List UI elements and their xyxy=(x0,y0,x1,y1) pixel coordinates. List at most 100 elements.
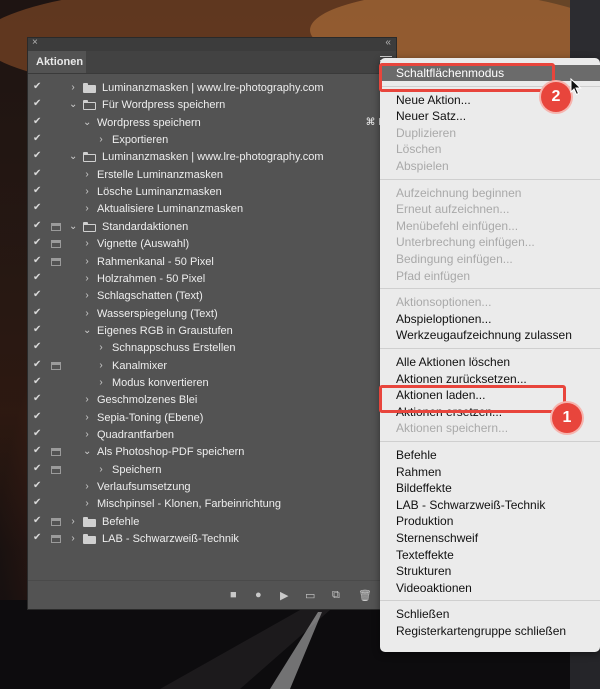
command-row[interactable]: ✔ › Schnappschuss Erstellen xyxy=(28,340,396,356)
action-set-row[interactable]: ✔ ⌄ Standardaktionen xyxy=(28,219,396,235)
action-row[interactable]: ✔ › Erstelle Luminanzmasken xyxy=(28,167,396,183)
toggle-item-check-icon[interactable]: ✔ xyxy=(33,324,41,335)
chevron-right-icon[interactable]: › xyxy=(83,496,91,512)
toggle-item-check-icon[interactable]: ✔ xyxy=(33,202,41,213)
tab-actions[interactable]: Aktionen xyxy=(28,51,86,73)
panel-title-bar[interactable]: × ‹‹ xyxy=(28,37,396,51)
action-set-row[interactable]: ✔ › Befehle xyxy=(28,514,396,530)
menu-item[interactable]: Registerkartengruppe schließen xyxy=(380,623,600,639)
action-set-row[interactable]: ✔ › Luminanzmasken | www.lre-photography.c… xyxy=(28,80,396,96)
toggle-item-check-icon[interactable]: ✔ xyxy=(33,237,41,248)
menu-item[interactable]: Befehle xyxy=(380,447,600,463)
chevron-right-icon[interactable]: › xyxy=(83,410,91,426)
chevron-right-icon[interactable]: › xyxy=(83,288,91,304)
menu-item[interactable]: Alle Aktionen löschen xyxy=(380,354,600,370)
chevron-right-icon[interactable]: › xyxy=(69,80,77,96)
action-row[interactable]: ✔ › Quadrantfarben xyxy=(28,427,396,443)
menu-item[interactable]: Neuer Satz... xyxy=(380,108,600,124)
menu-item[interactable]: LAB - Schwarzweiß-Technik xyxy=(380,497,600,513)
chevron-right-icon[interactable]: › xyxy=(97,358,105,374)
menu-item[interactable]: Texteffekte xyxy=(380,547,600,563)
chevron-right-icon[interactable]: › xyxy=(69,514,77,530)
toggle-item-check-icon[interactable]: ✔ xyxy=(33,81,41,92)
action-row[interactable]: ✔ › Mischpinsel - Klonen, Farbeinrichtung xyxy=(28,496,396,512)
action-row[interactable]: ✔ › Vignette (Auswahl) xyxy=(28,236,396,252)
dialog-toggle-icon[interactable] xyxy=(51,448,61,457)
command-row[interactable]: ✔ › Exportieren xyxy=(28,132,396,148)
command-row[interactable]: ✔ › Kanalmixer xyxy=(28,358,396,374)
toggle-item-check-icon[interactable]: ✔ xyxy=(33,341,41,352)
toggle-item-check-icon[interactable]: ✔ xyxy=(33,185,41,196)
command-row[interactable]: ✔ › Modus konvertieren xyxy=(28,375,396,391)
menu-item[interactable]: Werkzeugaufzeichnung zulassen xyxy=(380,327,600,343)
chevron-down-icon[interactable]: ⌄ xyxy=(83,323,91,339)
chevron-down-icon[interactable]: ⌄ xyxy=(83,115,91,131)
chevron-right-icon[interactable]: › xyxy=(83,392,91,408)
action-row[interactable]: ✔ ⌄ Eigenes RGB in Graustufen xyxy=(28,323,396,339)
menu-item[interactable]: Bildeffekte xyxy=(380,480,600,496)
chevron-right-icon[interactable]: › xyxy=(97,340,105,356)
record-icon[interactable]: ● xyxy=(255,589,262,601)
menu-item[interactable]: Rahmen xyxy=(380,464,600,480)
toggle-item-check-icon[interactable]: ✔ xyxy=(33,272,41,283)
new-action-icon[interactable]: ⧉ xyxy=(332,589,340,602)
action-set-row[interactable]: ✔ › LAB - Schwarzweiß-Technik xyxy=(28,531,396,547)
toggle-item-check-icon[interactable]: ✔ xyxy=(33,497,41,508)
toggle-item-check-icon[interactable]: ✔ xyxy=(33,220,41,231)
action-row[interactable]: ✔ › Verlaufsumsetzung xyxy=(28,479,396,495)
action-row[interactable]: ✔ › Wasserspiegelung (Text) xyxy=(28,306,396,322)
chevron-right-icon[interactable]: › xyxy=(83,306,91,322)
toggle-item-check-icon[interactable]: ✔ xyxy=(33,116,41,127)
chevron-right-icon[interactable]: › xyxy=(83,479,91,495)
menu-item[interactable]: Schließen xyxy=(380,606,600,622)
toggle-item-check-icon[interactable]: ✔ xyxy=(33,445,41,456)
chevron-right-icon[interactable]: › xyxy=(97,132,105,148)
toggle-item-check-icon[interactable]: ✔ xyxy=(33,515,41,526)
stop-icon[interactable]: ■ xyxy=(230,589,237,601)
collapse-icon[interactable]: ‹‹ xyxy=(385,37,391,48)
menu-item[interactable]: Strukturen xyxy=(380,563,600,579)
dialog-toggle-icon[interactable] xyxy=(51,222,61,231)
chevron-right-icon[interactable]: › xyxy=(97,375,105,391)
dialog-toggle-icon[interactable] xyxy=(51,240,61,249)
chevron-right-icon[interactable]: › xyxy=(83,201,91,217)
toggle-item-check-icon[interactable]: ✔ xyxy=(33,428,41,439)
menu-item[interactable]: Sternenschweif xyxy=(380,530,600,546)
close-icon[interactable]: × xyxy=(32,37,38,48)
menu-item[interactable]: Abspieloptionen... xyxy=(380,311,600,327)
dialog-toggle-icon[interactable] xyxy=(51,535,61,544)
toggle-item-check-icon[interactable]: ✔ xyxy=(33,532,41,543)
action-row[interactable]: ✔ › Lösche Luminanzmasken xyxy=(28,184,396,200)
play-icon[interactable]: ▶ xyxy=(280,589,288,602)
action-set-row[interactable]: ✔ ⌄ Luminanzmasken | www.lre-photography.c… xyxy=(28,149,396,165)
action-row[interactable]: ✔ › Rahmenkanal - 50 Pixel xyxy=(28,254,396,270)
chevron-right-icon[interactable]: › xyxy=(83,271,91,287)
chevron-right-icon[interactable]: › xyxy=(83,236,91,252)
action-row[interactable]: ✔ ⌄ Als Photoshop-PDF speichern xyxy=(28,444,396,460)
toggle-item-check-icon[interactable]: ✔ xyxy=(33,359,41,370)
command-row[interactable]: ✔ › Speichern xyxy=(28,462,396,478)
toggle-item-check-icon[interactable]: ✔ xyxy=(33,480,41,491)
chevron-right-icon[interactable]: › xyxy=(69,531,77,547)
new-set-icon[interactable]: ▭ xyxy=(305,589,315,602)
action-row[interactable]: ✔ › Holzrahmen - 50 Pixel xyxy=(28,271,396,287)
toggle-item-check-icon[interactable]: ✔ xyxy=(33,463,41,474)
action-row[interactable]: ✔ › Schlagschatten (Text) xyxy=(28,288,396,304)
toggle-item-check-icon[interactable]: ✔ xyxy=(33,168,41,179)
action-row[interactable]: ✔ ⌄ Wordpress speichern ⌘ F1 xyxy=(28,115,396,131)
menu-item[interactable]: Produktion xyxy=(380,513,600,529)
action-row[interactable]: ✔ › Aktualisiere Luminanzmasken xyxy=(28,201,396,217)
delete-icon[interactable]: 🗑 xyxy=(358,589,372,602)
chevron-right-icon[interactable]: › xyxy=(83,184,91,200)
chevron-down-icon[interactable]: ⌄ xyxy=(69,219,77,235)
action-row[interactable]: ✔ › Geschmolzenes Blei xyxy=(28,392,396,408)
chevron-right-icon[interactable]: › xyxy=(83,254,91,270)
chevron-down-icon[interactable]: ⌄ xyxy=(69,149,77,165)
toggle-item-check-icon[interactable]: ✔ xyxy=(33,98,41,109)
chevron-down-icon[interactable]: ⌄ xyxy=(83,444,91,460)
chevron-right-icon[interactable]: › xyxy=(97,462,105,478)
toggle-item-check-icon[interactable]: ✔ xyxy=(33,255,41,266)
action-set-row[interactable]: ✔ ⌄ Für Wordpress speichern xyxy=(28,97,396,113)
chevron-down-icon[interactable]: ⌄ xyxy=(69,97,77,113)
toggle-item-check-icon[interactable]: ✔ xyxy=(33,150,41,161)
